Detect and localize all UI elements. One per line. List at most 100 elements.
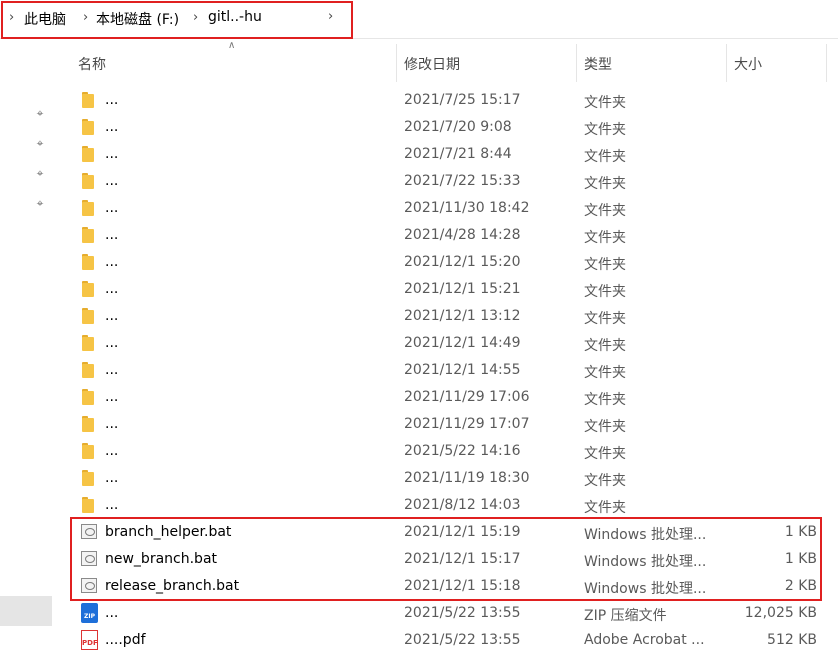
column-divider[interactable] xyxy=(826,44,827,82)
file-name: ... xyxy=(105,254,119,270)
folder-icon xyxy=(82,335,96,351)
file-type: 文件夹 xyxy=(584,365,626,381)
folder-icon xyxy=(82,254,96,270)
file-name: ... xyxy=(105,281,119,297)
file-date-modified: 2021/12/1 13:12 xyxy=(404,308,521,324)
file-name: ... xyxy=(105,497,119,513)
file-type: 文件夹 xyxy=(584,473,626,489)
file-date-modified: 2021/12/1 15:20 xyxy=(404,254,521,270)
file-date-modified: 2021/12/1 15:21 xyxy=(404,281,521,297)
folder-icon xyxy=(82,146,96,162)
folder-icon xyxy=(82,416,96,432)
folder-icon xyxy=(82,119,96,135)
file-size: 512 KB xyxy=(767,632,817,648)
file-type: 文件夹 xyxy=(584,419,626,435)
folder-icon xyxy=(82,173,96,189)
file-date-modified: 2021/5/22 13:55 xyxy=(404,605,521,621)
column-size[interactable]: 大小 xyxy=(734,54,762,74)
folder-icon xyxy=(82,308,96,324)
file-row[interactable]: ... 2021/8/12 14:03 文件夹 xyxy=(56,492,838,519)
column-header: ∧ 名称 修改日期 类型 大小 xyxy=(56,40,838,86)
file-name: ... xyxy=(105,173,119,189)
file-row[interactable]: ... 2021/5/22 14:16 文件夹 xyxy=(56,438,838,465)
file-name: ... xyxy=(105,227,119,243)
sort-ascending-icon: ∧ xyxy=(228,40,236,51)
file-date-modified: 2021/7/22 15:33 xyxy=(404,173,521,189)
file-date-modified: 2021/11/19 18:30 xyxy=(404,470,530,486)
file-date-modified: 2021/5/22 14:16 xyxy=(404,443,521,459)
column-type[interactable]: 类型 xyxy=(584,54,612,74)
file-row[interactable]: ZIP... 2021/5/22 13:55 ZIP 压缩文件 12,025 KB xyxy=(56,600,838,627)
file-type: ZIP 压缩文件 xyxy=(584,608,667,624)
file-row[interactable]: ... 2021/7/21 8:44 文件夹 xyxy=(56,141,838,168)
file-date-modified: 2021/5/22 13:55 xyxy=(404,632,521,648)
address-bar[interactable]: › 此电脑 › 本地磁盘 (F:) › gitl..-hu › xyxy=(0,0,838,39)
file-row[interactable]: ... 2021/7/25 15:17 文件夹 xyxy=(56,87,838,114)
file-type: 文件夹 xyxy=(584,338,626,354)
file-name: ... xyxy=(105,146,119,162)
file-name: ... xyxy=(105,335,119,351)
file-type: 文件夹 xyxy=(584,311,626,327)
nav-selected-item[interactable] xyxy=(0,596,52,626)
file-row[interactable]: ... 2021/11/19 18:30 文件夹 xyxy=(56,465,838,492)
file-row[interactable]: ... 2021/12/1 14:49 文件夹 xyxy=(56,330,838,357)
folder-icon xyxy=(82,497,96,513)
file-name: ... xyxy=(105,119,119,135)
file-row[interactable]: ... 2021/11/29 17:07 文件夹 xyxy=(56,411,838,438)
folder-icon xyxy=(82,227,96,243)
file-row[interactable]: ... 2021/11/29 17:06 文件夹 xyxy=(56,384,838,411)
file-type: Adobe Acrobat ... xyxy=(584,632,705,648)
file-name: ... xyxy=(105,362,119,378)
folder-icon xyxy=(82,92,96,108)
file-type: 文件夹 xyxy=(584,203,626,219)
file-date-modified: 2021/8/12 14:03 xyxy=(404,497,521,513)
file-row[interactable]: ... 2021/12/1 13:12 文件夹 xyxy=(56,303,838,330)
file-row[interactable]: ... 2021/7/20 9:08 文件夹 xyxy=(56,114,838,141)
file-date-modified: 2021/12/1 14:55 xyxy=(404,362,521,378)
file-date-modified: 2021/11/29 17:07 xyxy=(404,416,530,432)
file-name: ... xyxy=(105,92,119,108)
column-date-modified[interactable]: 修改日期 xyxy=(404,54,460,74)
column-divider[interactable] xyxy=(576,44,577,82)
file-type: 文件夹 xyxy=(584,284,626,300)
file-row[interactable]: ... 2021/12/1 15:21 文件夹 xyxy=(56,276,838,303)
folder-icon xyxy=(82,200,96,216)
folder-icon xyxy=(82,362,96,378)
file-row[interactable]: ... 2021/12/1 15:20 文件夹 xyxy=(56,249,838,276)
folder-icon xyxy=(82,281,96,297)
file-row[interactable]: ... 2021/7/22 15:33 文件夹 xyxy=(56,168,838,195)
file-row[interactable]: ... 2021/4/28 14:28 文件夹 xyxy=(56,222,838,249)
folder-icon xyxy=(82,470,96,486)
file-date-modified: 2021/7/20 9:08 xyxy=(404,119,512,135)
file-row[interactable]: ... 2021/12/1 14:55 文件夹 xyxy=(56,357,838,384)
pin-icon[interactable]: ⌖ xyxy=(33,196,47,210)
file-name: ....pdf xyxy=(105,632,146,648)
file-type: 文件夹 xyxy=(584,176,626,192)
pin-icon[interactable]: ⌖ xyxy=(33,166,47,180)
file-date-modified: 2021/7/21 8:44 xyxy=(404,146,512,162)
file-name: ... xyxy=(105,443,119,459)
file-type: 文件夹 xyxy=(584,500,626,516)
file-name: ... xyxy=(105,200,119,216)
pin-icon[interactable]: ⌖ xyxy=(33,136,47,150)
file-name: ... xyxy=(105,470,119,486)
column-name[interactable]: 名称 xyxy=(78,54,106,74)
file-type: 文件夹 xyxy=(584,149,626,165)
file-date-modified: 2021/11/29 17:06 xyxy=(404,389,530,405)
folder-icon xyxy=(82,389,96,405)
column-divider[interactable] xyxy=(396,44,397,82)
file-date-modified: 2021/4/28 14:28 xyxy=(404,227,521,243)
file-size: 12,025 KB xyxy=(744,605,817,621)
file-date-modified: 2021/12/1 14:49 xyxy=(404,335,521,351)
file-type: 文件夹 xyxy=(584,95,626,111)
pdf-file-icon: PDF xyxy=(81,630,98,650)
file-type: 文件夹 xyxy=(584,122,626,138)
file-row[interactable]: PDF ....pdf 2021/5/22 13:55 Adobe Acrobat .… xyxy=(56,627,838,654)
pin-icon[interactable]: ⌖ xyxy=(33,106,47,120)
file-date-modified: 2021/11/30 18:42 xyxy=(404,200,530,216)
file-row[interactable]: ... 2021/11/30 18:42 文件夹 xyxy=(56,195,838,222)
navigation-pane: ⌖ ⌖ ⌖ ⌖ xyxy=(0,40,56,656)
zip-file-icon: ZIP xyxy=(81,603,98,623)
column-divider[interactable] xyxy=(726,44,727,82)
batch-files-highlight-box xyxy=(70,517,822,601)
